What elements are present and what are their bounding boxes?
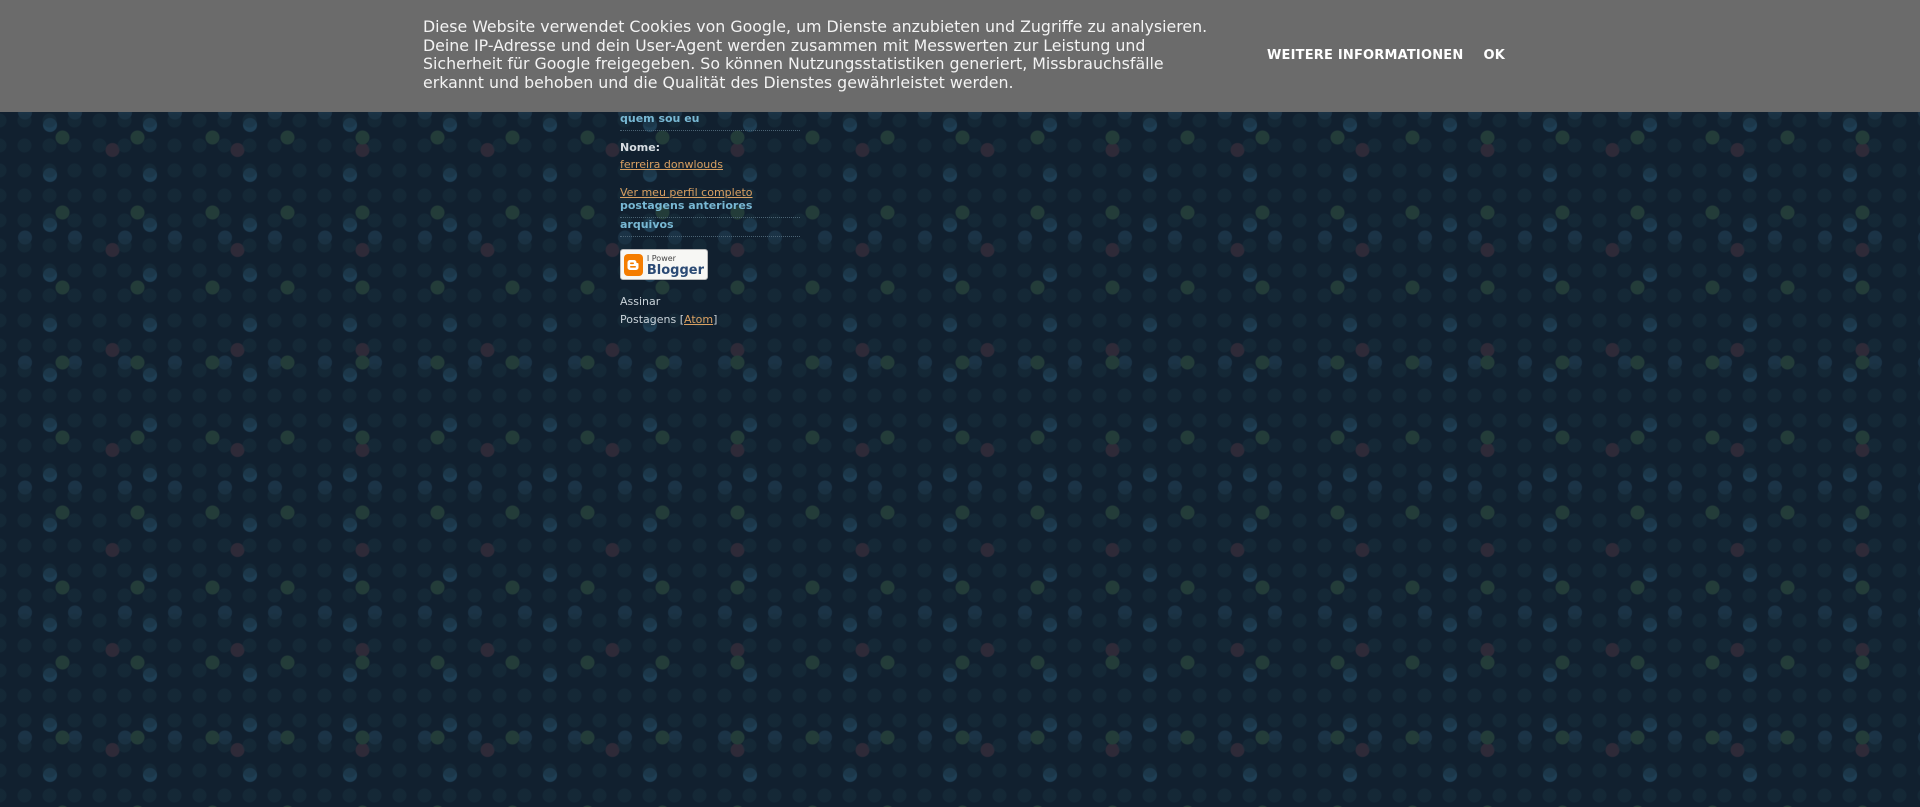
cookie-banner-text: Diese Website verwendet Cookies von Goog…	[423, 17, 1208, 92]
previous-posts-title: postagens anteriores	[620, 199, 800, 218]
posts-close-bracket: ]	[713, 313, 718, 326]
cookie-banner: Diese Website verwendet Cookies von Goog…	[0, 0, 1920, 112]
sidebar: quem sou eu Nome: ferreira donwlouds Ver…	[620, 112, 800, 329]
archives-title: arquivos	[620, 218, 800, 237]
badge-text: I Power Blogger	[647, 253, 704, 277]
posts-feed-line: Postagens [Atom]	[620, 311, 800, 329]
ok-button[interactable]: OK	[1483, 48, 1505, 63]
posts-label: Postagens [	[620, 313, 684, 326]
dot-pattern-background	[0, 0, 1920, 807]
blogger-logo-icon	[624, 253, 643, 276]
subscribe-block: Assinar Postagens [Atom]	[620, 293, 800, 329]
more-info-button[interactable]: Weitere Informationen	[1267, 48, 1463, 63]
profile-name-label: Nome:	[620, 141, 661, 154]
cookie-banner-actions: Weitere Informationen OK	[1267, 48, 1505, 63]
profile-name-link[interactable]: ferreira donwlouds	[620, 158, 800, 171]
badge-big-text: Blogger	[646, 262, 704, 278]
powered-by-blogger-badge[interactable]: I Power Blogger	[620, 249, 708, 280]
view-full-profile-link[interactable]: Ver meu perfil completo	[620, 186, 800, 199]
badge-small-text: I Power	[646, 253, 676, 263]
subscribe-label: Assinar	[620, 295, 661, 308]
atom-feed-link[interactable]: Atom	[684, 313, 713, 326]
about-title: quem sou eu	[620, 112, 800, 131]
